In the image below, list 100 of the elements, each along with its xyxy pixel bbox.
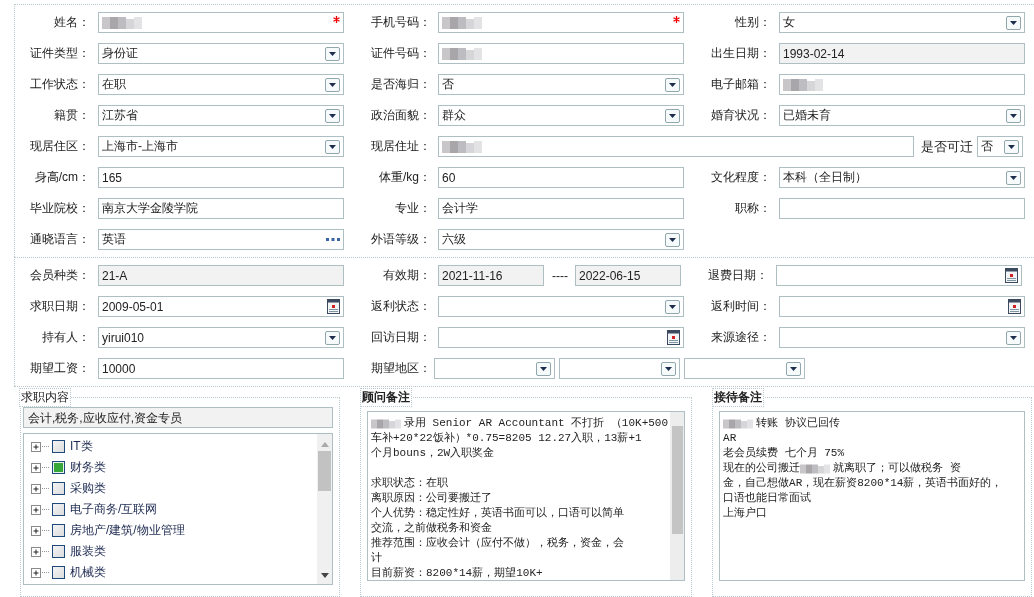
dropdown-button[interactable]	[661, 361, 676, 376]
tree-item[interactable]: 机械类	[70, 564, 106, 581]
dropdown-field[interactable]: 群众	[438, 105, 684, 126]
tree-item[interactable]: 采购类	[70, 480, 106, 497]
lookup-field[interactable]: 英语	[98, 229, 344, 250]
dropdown-field[interactable]: 六级	[438, 229, 684, 250]
dropdown-field[interactable]	[779, 327, 1025, 348]
calendar-icon[interactable]	[1008, 299, 1021, 314]
panel-title: 求职内容	[19, 388, 71, 407]
note-text: 就离职了；可以做税务 资	[833, 461, 961, 476]
dropdown-button[interactable]	[665, 232, 680, 247]
dropdown-field[interactable]	[438, 296, 684, 317]
tree-item[interactable]: IT类	[70, 438, 93, 455]
checkbox[interactable]	[52, 440, 65, 453]
dropdown-button[interactable]	[325, 108, 340, 123]
dropdown-button[interactable]	[325, 139, 340, 154]
note-text: 目前薪资：8200*14薪，期望10K+	[371, 566, 543, 580]
scrollbar[interactable]	[670, 412, 685, 580]
scrollbar[interactable]	[317, 434, 332, 584]
expand-icon[interactable]	[31, 525, 41, 536]
dropdown-button[interactable]	[325, 77, 340, 92]
calendar-icon[interactable]	[1005, 268, 1018, 283]
field-label: 来源途径：	[710, 329, 772, 346]
tree-item[interactable]: 财务类	[70, 459, 106, 476]
expand-icon[interactable]	[31, 483, 41, 494]
field-label: 工作状态：	[29, 76, 91, 93]
tree-item[interactable]: 服装类	[70, 543, 106, 560]
expand-icon[interactable]	[31, 546, 41, 557]
dropdown-button[interactable]	[1006, 108, 1021, 123]
text-field[interactable]	[98, 12, 344, 33]
dropdown-button[interactable]	[1006, 170, 1021, 185]
notes-textarea[interactable]: 转账 协议已回传 AR 老会员续费 七个月 75% 现在的公司搬迁 就离职了；可以做税务 资 金，自己想做AR，现在薪资8200*14薪，英语书面好的， 口语也能日常面试 上海户口	[719, 411, 1026, 581]
date-field[interactable]	[776, 265, 1022, 286]
dropdown-button[interactable]	[665, 108, 680, 123]
tree-item[interactable]: 房地产/建筑/物业管理	[70, 522, 185, 539]
dropdown-field[interactable]: 上海市-上海市	[98, 136, 344, 157]
text-field[interactable]: 会计,税务,应收应付,资金专员	[23, 407, 333, 428]
note-text: 现在的公司搬迁	[723, 461, 801, 476]
field-label: 职称：	[734, 200, 772, 217]
checkbox[interactable]	[52, 545, 65, 558]
checkbox[interactable]	[52, 566, 65, 579]
notes-textarea[interactable]: 录用 Senior AR Accountant 不打折 （10K+500 车补+20*22饭补）*0.75=8205 12.27入职，13薪+1 个月bouns，2W入职奖金 求职状态：在职 离职原因：公司要搬迁了 个人优势：稳定性好，英语书面可以，口语可以简单 交流，之前做税务和资金 推荐范围：应收会计（应付不做），税务，资金，会 计 目前薪资：8200*14薪，期望10K+	[367, 411, 686, 581]
text-field[interactable]	[438, 12, 684, 33]
dropdown-button[interactable]	[325, 46, 340, 61]
dropdown-button[interactable]	[665, 299, 680, 314]
text-field[interactable]	[779, 74, 1025, 95]
dropdown-button[interactable]	[786, 361, 801, 376]
dropdown-field[interactable]: 否	[977, 136, 1023, 157]
field-label: 文化程度：	[710, 169, 772, 186]
expand-icon[interactable]	[31, 504, 41, 515]
text-field[interactable]: 165	[98, 167, 344, 188]
dropdown-field[interactable]	[559, 358, 680, 379]
field-label: 返利状态：	[370, 298, 432, 315]
field-label: 期望地区：	[370, 360, 432, 377]
panel-title: 顾问备注	[360, 388, 412, 407]
dropdown-field[interactable]: 在职	[98, 74, 344, 95]
field-label: 会员种类：	[29, 267, 91, 284]
dropdown-button[interactable]	[1006, 15, 1021, 30]
checkbox[interactable]	[52, 461, 65, 474]
text-field[interactable]	[438, 43, 684, 64]
field-label: 现居住址：	[370, 138, 432, 155]
date-field[interactable]	[779, 296, 1025, 317]
dropdown-field[interactable]	[434, 358, 555, 379]
field-label: 毕业院校：	[29, 200, 91, 217]
field-label: 外语等级：	[370, 231, 432, 248]
field-label: 退费日期：	[707, 267, 769, 284]
text-field[interactable]: 10000	[98, 358, 344, 379]
tree-item[interactable]: 电子商务/互联网	[70, 501, 158, 518]
text-field[interactable]: 会计学	[438, 198, 684, 219]
checkbox[interactable]	[52, 524, 65, 537]
dropdown-field[interactable]: 本科（全日制）	[779, 167, 1025, 188]
dropdown-button[interactable]	[325, 330, 340, 345]
date-field[interactable]: 2009-05-01	[98, 296, 344, 317]
dropdown-button[interactable]	[1004, 139, 1019, 154]
text-field[interactable]: 南京大学金陵学院	[98, 198, 344, 219]
text-field[interactable]	[438, 136, 914, 157]
dropdown-field[interactable]: 否	[438, 74, 684, 95]
calendar-icon[interactable]	[327, 299, 340, 314]
expand-icon[interactable]	[31, 567, 41, 578]
dropdown-field[interactable]: 女	[779, 12, 1025, 33]
dropdown-field[interactable]	[684, 358, 805, 379]
field-label: 身高/cm：	[33, 169, 91, 186]
checkbox[interactable]	[52, 503, 65, 516]
dropdown-field[interactable]: 已婚未育	[779, 105, 1025, 126]
dropdown-field[interactable]: yirui010	[98, 327, 344, 348]
dropdown-button[interactable]	[665, 77, 680, 92]
dropdown-field[interactable]: 江苏省	[98, 105, 344, 126]
expand-icon[interactable]	[31, 441, 41, 452]
text-field[interactable]	[779, 198, 1025, 219]
note-text: 车补+20*22饭补）*0.75=8205 12.27入职，13薪+1	[371, 431, 642, 446]
more-icon[interactable]	[326, 237, 340, 242]
checkbox[interactable]	[52, 482, 65, 495]
dropdown-button[interactable]	[1006, 330, 1021, 345]
dropdown-button[interactable]	[536, 361, 551, 376]
text-field[interactable]: 60	[438, 167, 684, 188]
date-field[interactable]	[438, 327, 684, 348]
expand-icon[interactable]	[31, 462, 41, 473]
range-separator: ----	[552, 268, 568, 283]
calendar-icon[interactable]	[667, 330, 680, 345]
dropdown-field[interactable]: 身份证	[98, 43, 344, 64]
